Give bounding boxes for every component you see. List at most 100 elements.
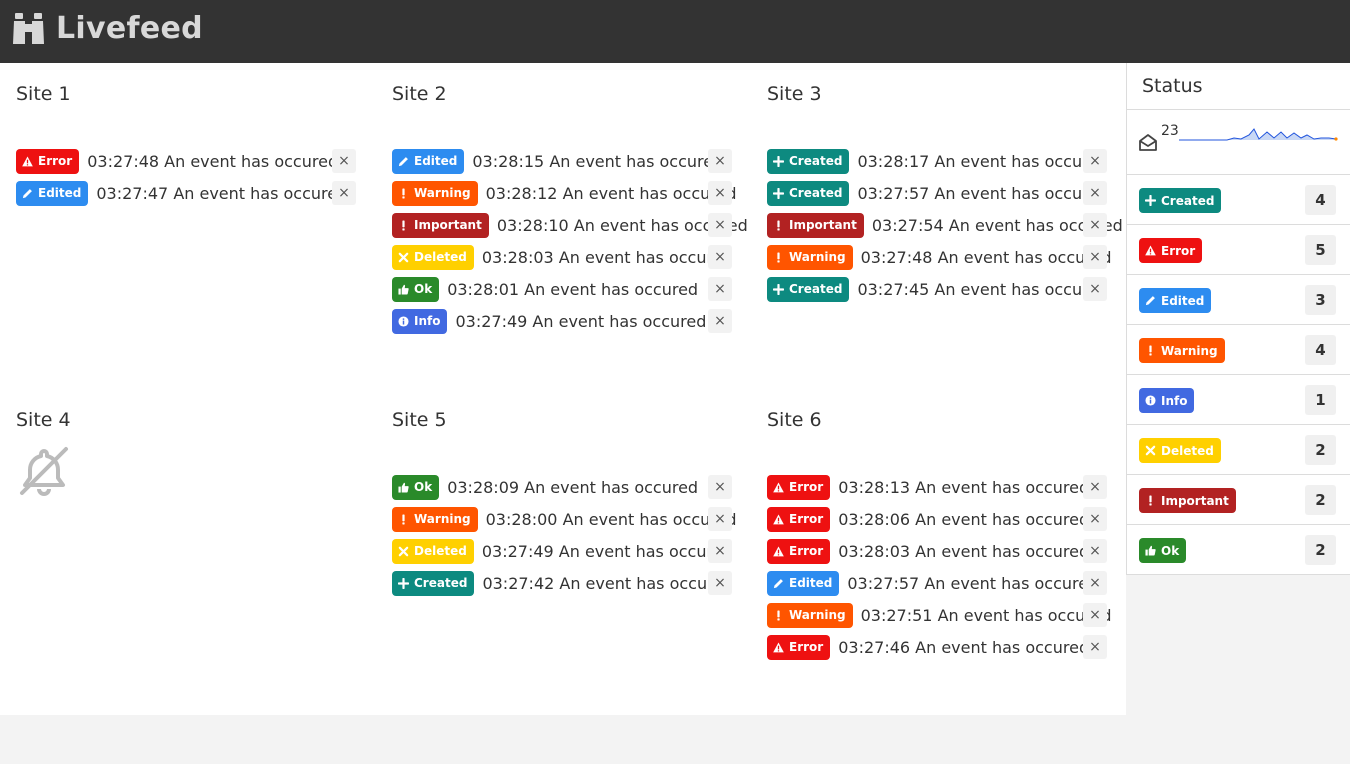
important-badge: Important	[767, 212, 864, 238]
dismiss-button[interactable]: ×	[1083, 507, 1107, 531]
status-row-deleted[interactable]: Deleted 2	[1127, 425, 1350, 475]
badge-label: Warning	[1161, 343, 1218, 358]
event-text: 03:27:45 An event has occured	[857, 279, 1109, 299]
badge-label: Ok	[414, 480, 433, 494]
status-row-error[interactable]: Error 5	[1127, 225, 1350, 275]
badge-label: Created	[414, 576, 468, 590]
event-item: Important 03:28:10 An event has occured ×	[392, 209, 748, 241]
badge-label: Edited	[38, 186, 82, 200]
dismiss-button[interactable]: ×	[1083, 603, 1107, 627]
dismiss-button[interactable]: ×	[708, 507, 732, 531]
badge-label: Info	[414, 314, 441, 328]
badge-label: Error	[789, 544, 824, 558]
pencil-icon	[1145, 295, 1156, 306]
sites-grid: Site 1 Error 03:27:48 An event has occure…	[0, 63, 1126, 715]
dismiss-button[interactable]: ×	[1083, 181, 1107, 205]
plus-icon	[773, 283, 784, 295]
status-row-warning[interactable]: Warning 4	[1127, 325, 1350, 375]
badge-label: Created	[789, 154, 843, 168]
status-row-created[interactable]: Created 4	[1127, 175, 1350, 225]
event-text: 03:27:49 An event has occured	[455, 311, 707, 331]
dismiss-button[interactable]: ×	[708, 571, 732, 595]
dismiss-button[interactable]: ×	[332, 181, 356, 205]
badge-label: Created	[789, 186, 843, 200]
dismiss-button[interactable]: ×	[708, 309, 732, 333]
event-text: 03:28:13 An event has occured	[838, 477, 1090, 497]
event-item: Warning 03:28:12 An event has occured ×	[392, 177, 737, 209]
info-badge: Info	[392, 308, 448, 334]
warning-triangle-icon	[773, 481, 784, 493]
warning-badge: Warning	[767, 602, 853, 628]
dismiss-button[interactable]: ×	[708, 475, 732, 499]
warning-triangle-icon	[22, 155, 33, 167]
exclamation-icon	[1145, 495, 1156, 506]
dismiss-button[interactable]: ×	[1083, 571, 1107, 595]
count-value: 5	[1305, 235, 1336, 265]
dismiss-button[interactable]: ×	[708, 213, 732, 237]
dismiss-button[interactable]: ×	[708, 149, 732, 173]
event-item: Error 03:28:03 An event has occured ×	[767, 535, 1107, 567]
site-title: Site 5	[392, 409, 447, 431]
edited-badge: Edited	[16, 180, 89, 206]
important-badge: Important	[392, 212, 489, 238]
badge-label: Created	[789, 282, 843, 296]
site-title: Site 1	[16, 83, 71, 105]
badge-label: Warning	[414, 512, 471, 526]
dismiss-button[interactable]: ×	[1083, 635, 1107, 659]
dismiss-button[interactable]: ×	[708, 181, 732, 205]
event-list: Created 03:28:17 An event has occured × Cre…	[767, 145, 1123, 305]
error-badge: Error	[767, 634, 831, 660]
exclamation-icon	[1145, 345, 1156, 356]
count-value: 3	[1305, 285, 1336, 315]
badge-label: Error	[789, 512, 824, 526]
dismiss-button[interactable]: ×	[1083, 213, 1107, 237]
event-list: Edited 03:28:15 An event has occured × Warn…	[392, 145, 748, 337]
ok-badge: Ok	[1139, 538, 1187, 563]
exclamation-icon	[398, 219, 409, 231]
dismiss-button[interactable]: ×	[1083, 245, 1107, 269]
event-list: Error 03:28:13 An event has occured × Error…	[767, 471, 1112, 663]
event-text: 03:27:42 An event has occured	[482, 573, 734, 593]
brand[interactable]: Livefeed	[12, 12, 203, 45]
site-panel-6: Site 6 Error 03:28:13 An event has occure…	[767, 407, 1112, 660]
dismiss-button[interactable]: ×	[1083, 149, 1107, 173]
event-text: 03:27:49 An event has occured	[481, 541, 733, 561]
dismiss-button[interactable]: ×	[1083, 475, 1107, 499]
bell-slash-icon[interactable]	[16, 443, 72, 499]
dismiss-button[interactable]: ×	[1083, 539, 1107, 563]
thumbs-up-icon	[1145, 545, 1156, 556]
plus-icon	[1145, 195, 1156, 206]
badge-label: Error	[789, 480, 824, 494]
badge-label: Important	[789, 218, 857, 232]
status-row-ok[interactable]: Ok 2	[1127, 525, 1350, 575]
site-panel-4: Site 4	[16, 407, 361, 496]
event-text: 03:28:12 An event has occured	[485, 183, 737, 203]
event-item: Created 03:27:57 An event has occured ×	[767, 177, 1108, 209]
status-row-info[interactable]: Info 1	[1127, 375, 1350, 425]
event-text: 03:28:00 An event has occured	[485, 509, 737, 529]
event-item: Error 03:27:46 An event has occured ×	[767, 631, 1107, 663]
dismiss-button[interactable]: ×	[708, 277, 732, 301]
dismiss-button[interactable]: ×	[1083, 277, 1107, 301]
count-value: 4	[1305, 335, 1336, 365]
dismiss-button[interactable]: ×	[332, 149, 356, 173]
event-item: Warning 03:28:00 An event has occured ×	[392, 503, 737, 535]
event-text: 03:28:15 An event has occured	[472, 151, 724, 171]
event-text: 03:28:17 An event has occured	[857, 151, 1109, 171]
status-row-edited[interactable]: Edited 3	[1127, 275, 1350, 325]
info-badge: Info	[1139, 388, 1195, 413]
created-badge: Created	[1139, 188, 1222, 213]
created-badge: Created	[767, 148, 850, 174]
event-text: 03:27:46 An event has occured	[838, 637, 1090, 657]
badge-label: Error	[789, 640, 824, 654]
badge-label: Edited	[414, 154, 458, 168]
dismiss-button[interactable]: ×	[708, 245, 732, 269]
event-item: Edited 03:27:57 An event has occured ×	[767, 567, 1107, 599]
site-panel-3: Site 3 Created 03:28:17 An event has occu…	[767, 81, 1123, 302]
exclamation-icon	[773, 219, 784, 231]
event-text: 03:27:48 An event has occured	[860, 247, 1112, 267]
ok-badge: Ok	[392, 474, 440, 500]
status-row-important[interactable]: Important 2	[1127, 475, 1350, 525]
site-title: Site 4	[16, 409, 71, 431]
dismiss-button[interactable]: ×	[708, 539, 732, 563]
